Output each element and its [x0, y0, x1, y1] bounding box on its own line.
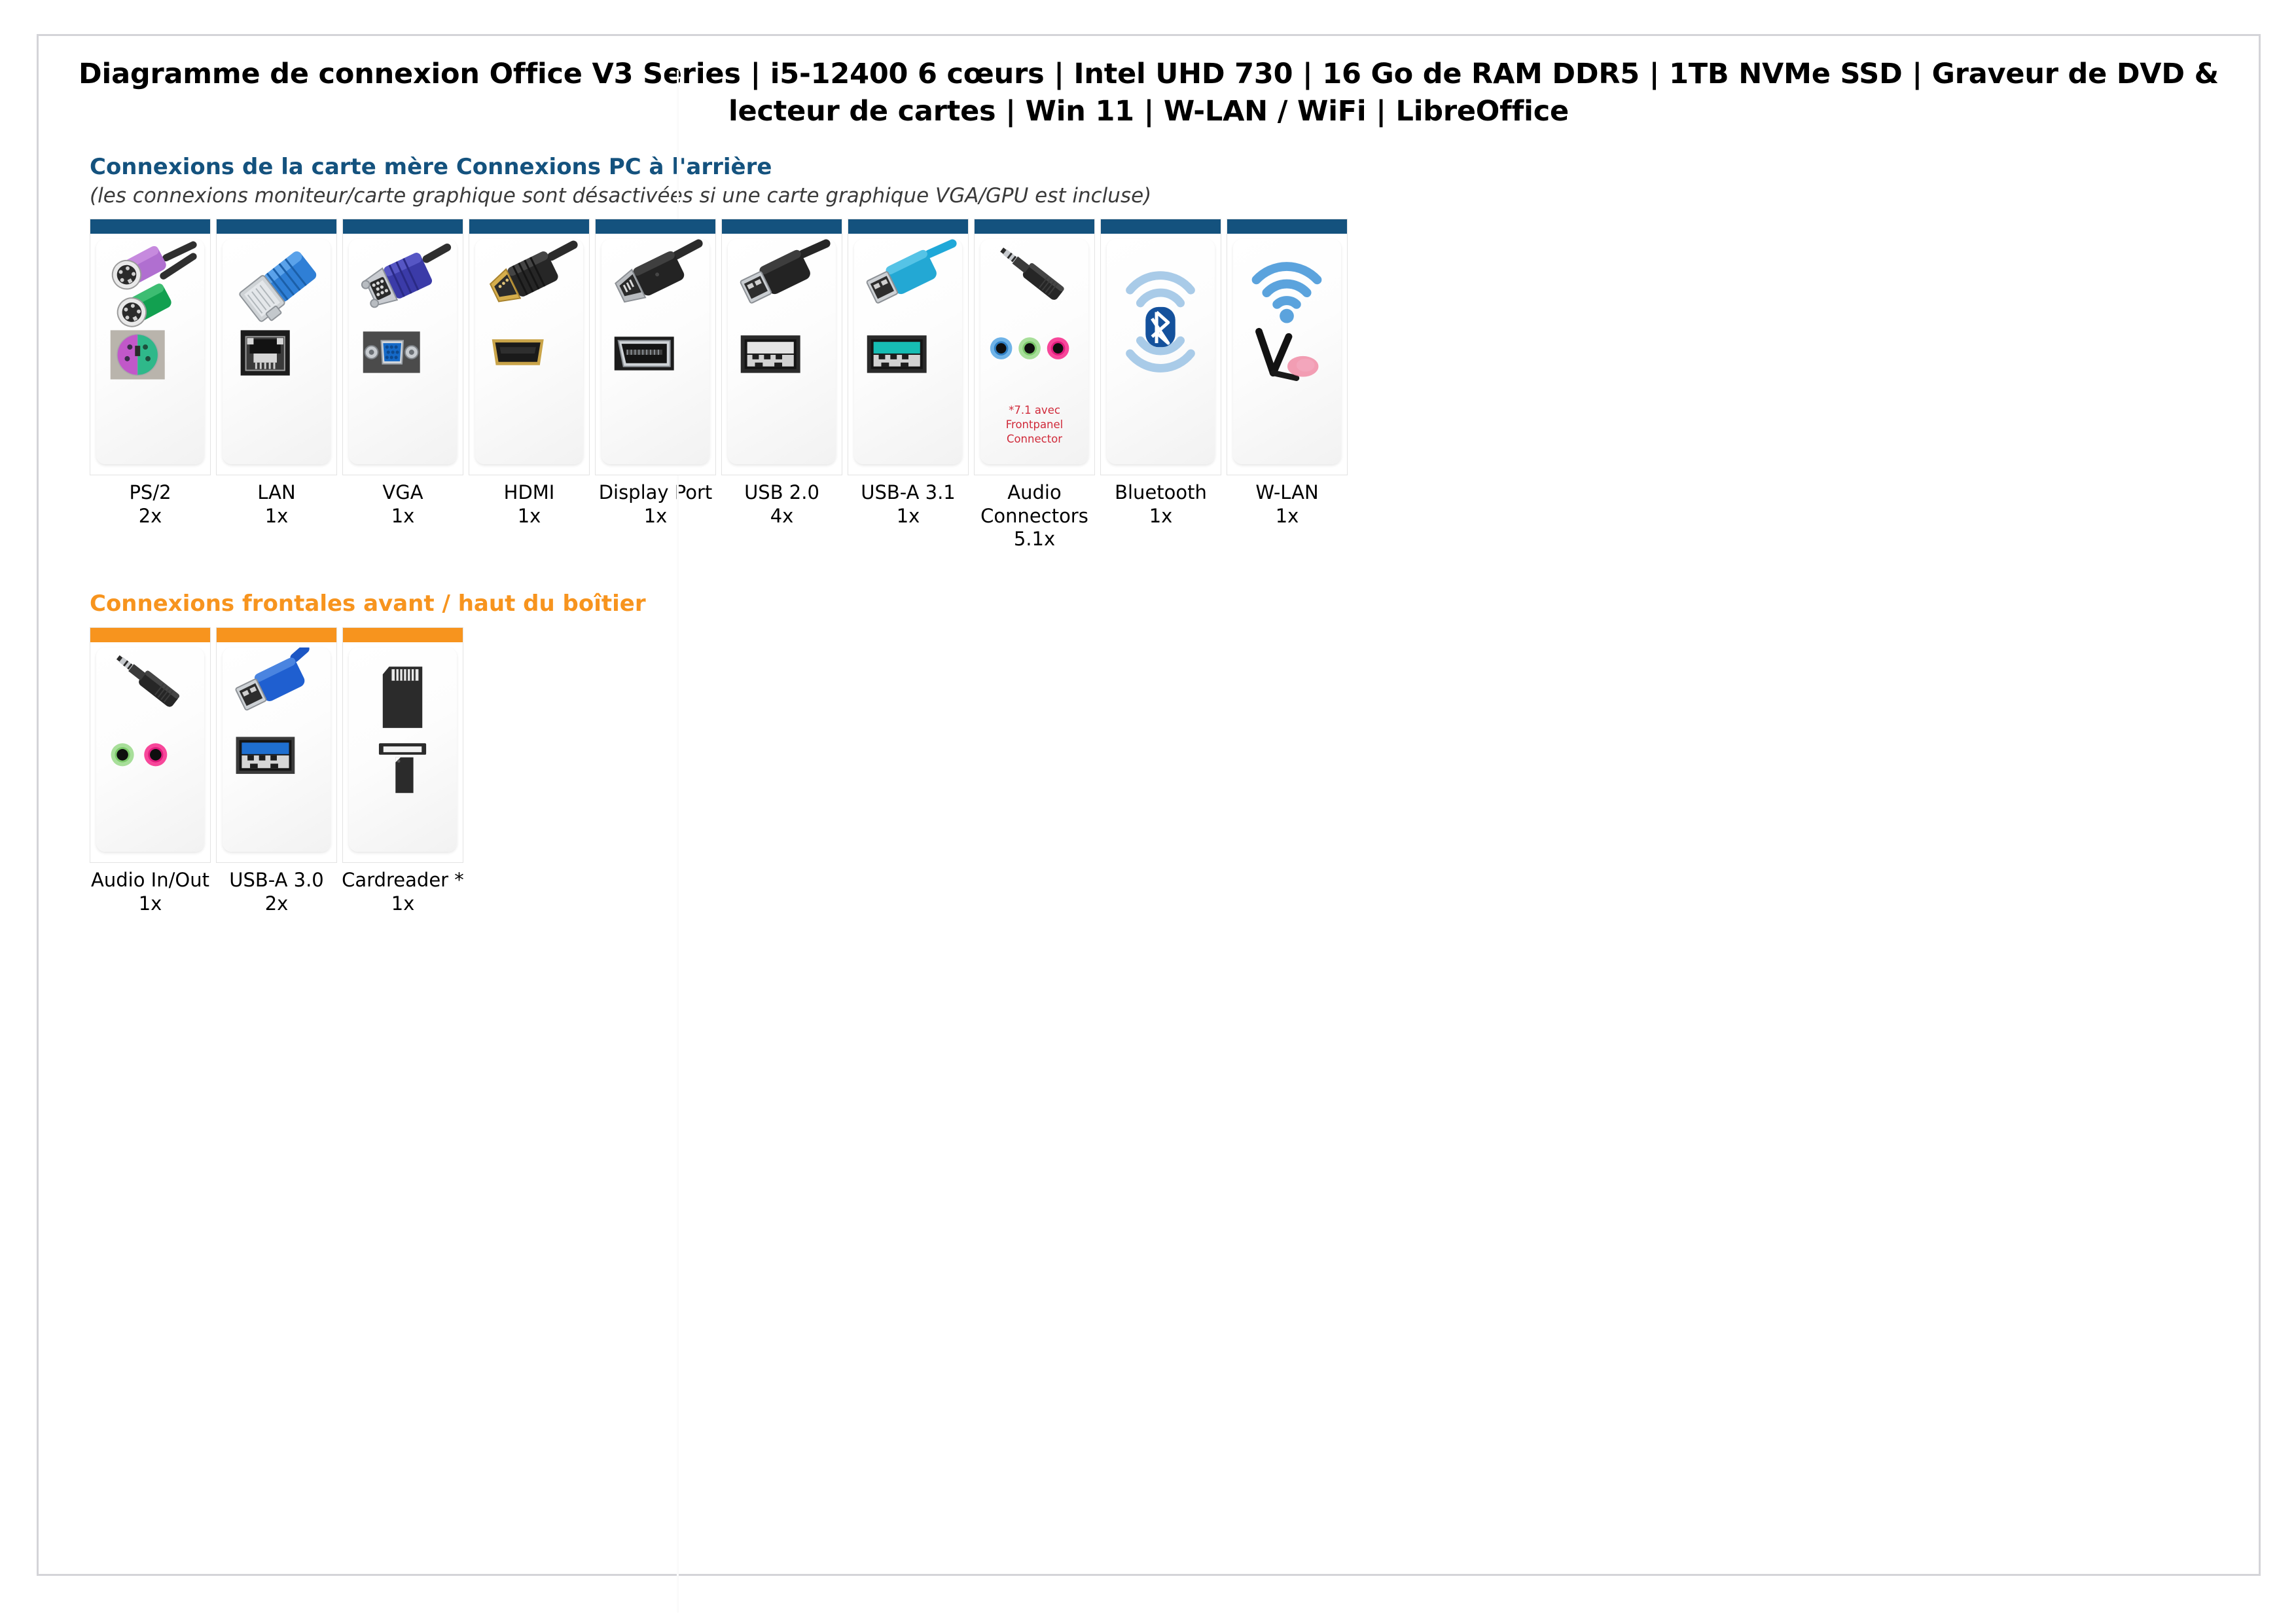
card-label-text: Display Port — [598, 481, 713, 504]
connector-card-audio[interactable]: *7.1 avec Frontpanel Connector Audio Con… — [974, 219, 1095, 551]
card-qty: 5.1x — [1013, 528, 1056, 551]
audio-note: *7.1 avec Frontpanel Connector — [1005, 404, 1064, 445]
card-label-text: USB-A 3.0 — [229, 869, 324, 892]
connector-card-wlan[interactable]: W-LAN 1x — [1227, 219, 1348, 528]
card-label-displayport: Display Port 1x — [590, 481, 721, 528]
connector-card-cardreader[interactable]: Cardreader * 1x — [342, 627, 464, 915]
ps2-connector-icon — [96, 239, 204, 464]
rear-cards-row: PS/2 2x LAN 1x VGA 1x HDMI 1x Display Po… — [90, 219, 2259, 551]
connector-card-displayport[interactable]: Display Port 1x — [595, 219, 716, 528]
card-accent-bar — [848, 219, 968, 234]
card-qty: 1x — [264, 504, 289, 527]
card-label-text: VGA — [382, 481, 423, 504]
card-label-text: USB-A 3.1 — [861, 481, 956, 504]
card-label-lan: LAN 1x — [211, 481, 342, 528]
card-label-text: Audio Connectors — [980, 481, 1088, 527]
card-label-vga: VGA 1x — [338, 481, 469, 528]
page-title: Diagramme de connexion Office V3 Series … — [79, 58, 2219, 128]
card-label-text: USB 2.0 — [744, 481, 819, 504]
card-label-text: HDMI — [503, 481, 555, 504]
connector-card-usba31[interactable]: USB-A 3.1 1x — [848, 219, 969, 528]
card-qty: 1x — [1275, 504, 1299, 527]
connector-card-usb20[interactable]: USB 2.0 4x — [721, 219, 842, 528]
hdmi-connector-icon — [475, 239, 583, 464]
card-accent-bar — [343, 219, 463, 234]
connector-card-ps2[interactable]: PS/2 2x — [90, 219, 211, 528]
card-accent-bar — [1227, 219, 1347, 234]
connector-card-lan[interactable]: LAN 1x — [216, 219, 337, 528]
card-accent-bar — [722, 219, 842, 234]
card-label-wlan: W-LAN 1x — [1222, 481, 1353, 528]
card-label-text: PS/2 — [129, 481, 171, 504]
card-accent-bar — [217, 628, 336, 643]
section-heading-front: Connexions frontales avant / haut du boî… — [90, 590, 646, 617]
section-front-connections: Connexions frontales avant / haut du boî… — [39, 591, 2259, 916]
card-accent-bar — [1101, 219, 1221, 234]
card-label-ps2: PS/2 2x — [85, 481, 216, 528]
card-accent-bar — [596, 219, 715, 234]
card-label-text: Bluetooth — [1115, 481, 1207, 504]
card-label-text: Cardreader * — [342, 869, 464, 892]
vga-connector-icon — [349, 239, 457, 464]
section-subheading-rear: (les connexions moniteur/carte graphique… — [90, 184, 1152, 208]
card-label-audio: Audio Connectors 5.1x — [969, 481, 1100, 551]
card-accent-bar — [469, 219, 589, 234]
card-qty: 2x — [138, 504, 162, 527]
card-qty: 2x — [264, 892, 289, 915]
connector-card-usba30[interactable]: USB-A 3.0 2x — [216, 627, 337, 915]
card-accent-bar — [90, 219, 210, 234]
connector-card-audio-in-out[interactable]: Audio In/Out 1x — [90, 627, 211, 915]
section-heading-rear: Connexions de la carte mère Connexions P… — [90, 153, 772, 180]
card-label-usb20: USB 2.0 4x — [717, 481, 848, 528]
card-accent-bar — [975, 219, 1094, 234]
card-label-text: W-LAN — [1255, 481, 1319, 504]
connector-card-vga[interactable]: VGA 1x — [342, 219, 463, 528]
card-qty: 1x — [391, 892, 415, 915]
cardreader-icon — [349, 647, 457, 852]
card-accent-bar — [90, 628, 210, 643]
card-qty: 1x — [517, 504, 541, 527]
card-label-cardreader: Cardreader * 1x — [338, 869, 469, 915]
connector-card-bluetooth[interactable]: Bluetooth 1x — [1100, 219, 1221, 528]
card-qty: 1x — [138, 892, 162, 915]
card-accent-bar — [343, 628, 463, 643]
audio-in-out-icon — [96, 647, 204, 852]
card-label-text: Audio In/Out — [91, 869, 209, 892]
section-rear-connections: Connexions de la carte mère Connexions P… — [39, 154, 2259, 551]
document-page: Diagramme de connexion Office V3 Series … — [37, 34, 2261, 1613]
card-qty: 1x — [643, 504, 668, 527]
card-qty: 4x — [770, 504, 794, 527]
card-qty: 1x — [1149, 504, 1173, 527]
wlan-antenna-icon — [1233, 239, 1341, 464]
bluetooth-icon — [1107, 239, 1215, 464]
usb2-connector-icon — [728, 239, 836, 464]
card-label-text: LAN — [257, 481, 296, 504]
card-label-audio-in-out: Audio In/Out 1x — [85, 869, 216, 915]
card-label-hdmi: HDMI 1x — [464, 481, 595, 528]
usb-a31-connector-icon — [854, 239, 962, 464]
connector-card-hdmi[interactable]: HDMI 1x — [469, 219, 590, 528]
front-cards-row: Audio In/Out 1x USB-A 3.0 2x Cardreader … — [90, 627, 2259, 915]
displayport-connector-icon — [601, 239, 709, 464]
lan-rj45-connector-icon — [223, 239, 331, 464]
card-qty: 1x — [391, 504, 415, 527]
card-qty: 1x — [896, 504, 920, 527]
card-label-usba30: USB-A 3.0 2x — [211, 869, 342, 915]
card-label-usba31: USB-A 3.1 1x — [843, 481, 974, 528]
card-accent-bar — [217, 219, 336, 234]
card-label-bluetooth: Bluetooth 1x — [1096, 481, 1227, 528]
usb-a30-connector-icon — [223, 647, 331, 852]
